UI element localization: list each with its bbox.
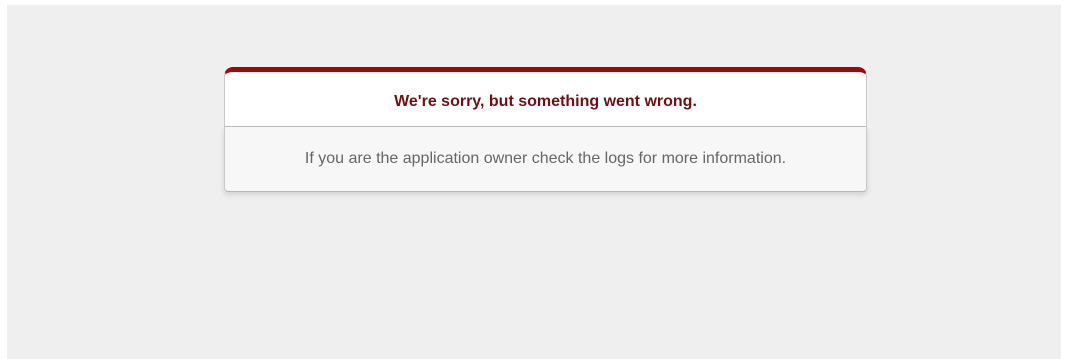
- page-background: We're sorry, but something went wrong. I…: [7, 5, 1061, 359]
- error-card: We're sorry, but something went wrong. I…: [224, 67, 867, 192]
- error-header: We're sorry, but something went wrong.: [224, 67, 867, 127]
- error-message: If you are the application owner check t…: [304, 150, 787, 168]
- error-body: If you are the application owner check t…: [224, 127, 867, 192]
- error-title: We're sorry, but something went wrong.: [394, 93, 697, 111]
